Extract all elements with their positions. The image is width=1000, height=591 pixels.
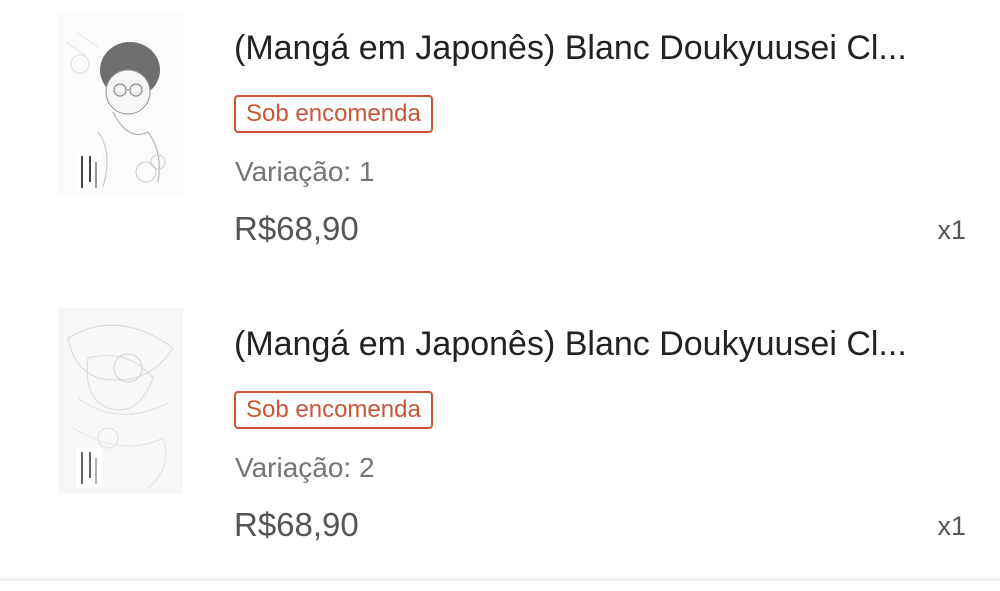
product-title[interactable]: (Mangá em Japonês) Blanc Doukyuusei Cl..… <box>234 322 964 366</box>
product-thumbnail[interactable] <box>58 12 183 197</box>
order-item-list: (Mangá em Japonês) Blanc Doukyuusei Cl..… <box>0 0 1000 591</box>
variation-label: Variação: 1 <box>235 156 375 187</box>
order-item[interactable]: (Mangá em Japonês) Blanc Doukyuusei Cl..… <box>0 308 1000 568</box>
section-divider <box>0 578 1000 581</box>
product-thumbnail[interactable] <box>58 308 183 493</box>
quantity-label: x1 <box>937 511 966 541</box>
manga-cover-image <box>58 12 183 197</box>
variation-label: Variação: 2 <box>235 452 375 483</box>
quantity-label: x1 <box>937 215 966 245</box>
status-badge: Sob encomenda <box>234 391 433 429</box>
order-item[interactable]: (Mangá em Japonês) Blanc Doukyuusei Cl..… <box>0 12 1000 272</box>
price: R$68,90 <box>234 506 359 543</box>
status-badge: Sob encomenda <box>234 95 433 133</box>
product-title[interactable]: (Mangá em Japonês) Blanc Doukyuusei Cl..… <box>234 26 964 70</box>
price: R$68,90 <box>234 210 359 247</box>
manga-cover-image <box>58 308 183 493</box>
